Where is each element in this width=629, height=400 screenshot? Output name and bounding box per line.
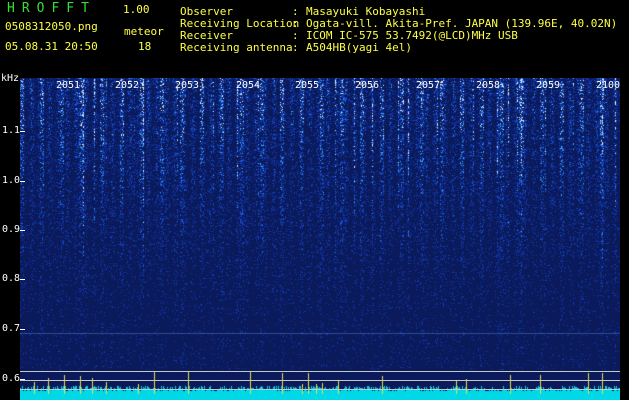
y-tick-mark [20, 131, 25, 132]
time-label: 2059 [536, 80, 561, 91]
mode-label: meteor [124, 25, 164, 38]
separator: : [292, 41, 299, 54]
app-version: 1.00 [123, 3, 150, 16]
spectrogram [20, 78, 620, 400]
time-label: 2057 [416, 80, 441, 91]
reference-line [20, 371, 620, 372]
hrofft-window: HROFFT 1.00 0508312050.png meteor 05.08.… [0, 0, 629, 400]
time-label: 2052 [115, 80, 140, 91]
y-tick-label: 1.0 [2, 175, 21, 186]
time-label: 2058 [476, 80, 501, 91]
date-time: 05.08.31 20:50 [5, 40, 98, 53]
y-tick-mark [20, 230, 25, 231]
y-tick-label: 1.1 [2, 125, 21, 136]
meteor-count: 18 [138, 40, 152, 53]
time-label: 2053 [175, 80, 200, 91]
antenna-row: Receiving antenna: A504HB(yagi 4el) [180, 41, 412, 54]
time-label: 2056 [355, 80, 380, 91]
antenna-value: A504HB(yagi 4el) [306, 41, 412, 54]
axis-unit: kHz [1, 73, 20, 84]
y-tick-mark [20, 329, 25, 330]
y-tick-label: 0.8 [2, 273, 21, 284]
time-label: 2055 [295, 80, 320, 91]
time-label: 2051 [56, 80, 81, 91]
y-tick-mark [20, 279, 25, 280]
time-label: 2054 [236, 80, 261, 91]
app-title: HROFFT [7, 1, 96, 16]
y-tick-label: 0.6 [2, 373, 21, 384]
reference-line [20, 380, 620, 381]
antenna-label: Receiving antenna [180, 41, 293, 54]
y-tick-mark [20, 181, 25, 182]
reference-line [20, 389, 620, 390]
file-name: 0508312050.png [5, 20, 98, 33]
y-tick-label: 0.7 [2, 323, 21, 334]
y-tick-label: 0.9 [2, 224, 21, 235]
time-label: 2100 [596, 80, 621, 91]
